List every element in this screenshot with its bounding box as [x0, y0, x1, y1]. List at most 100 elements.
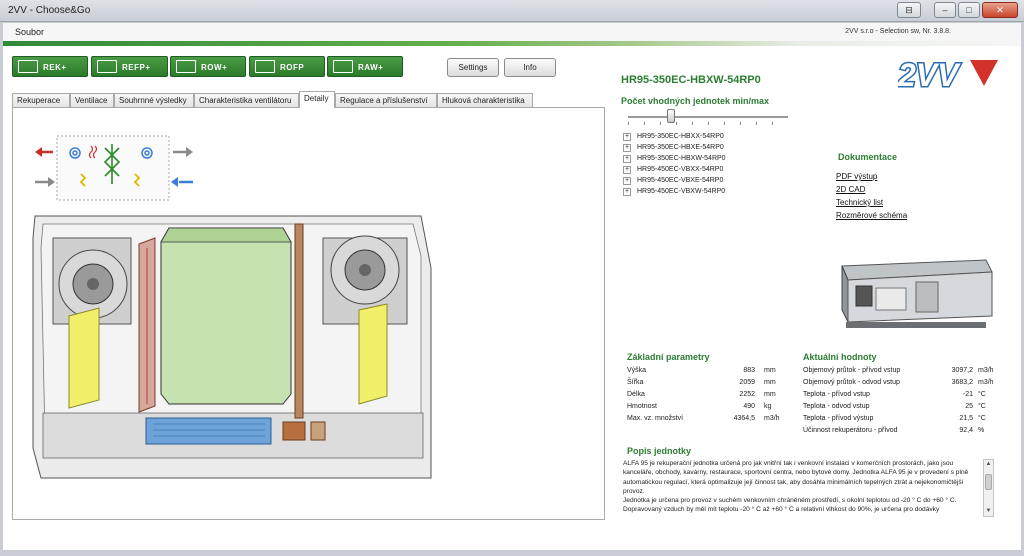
- tab-hlukova-charakteristika[interactable]: Hluková charakteristika: [437, 93, 533, 108]
- value-name: Teplota - odvod vstup: [803, 403, 870, 410]
- outdoor-arrow-icon: [35, 177, 55, 187]
- transformer: [310, 421, 326, 441]
- datasheet-link[interactable]: Technický list: [836, 198, 883, 207]
- param-value: 490: [743, 403, 755, 410]
- exhaust-arrow-icon: [35, 147, 53, 157]
- variant-label: HR95-450EC-VBXE-54RP0: [637, 177, 724, 184]
- scroll-up-icon[interactable]: ▲: [985, 461, 992, 468]
- value-name: Teplota - přívod vstup: [803, 391, 870, 398]
- expand-icon[interactable]: +: [623, 133, 631, 141]
- tab-rekuperace[interactable]: Rekuperace: [12, 93, 70, 108]
- dimension-drawing-link[interactable]: Rozměrové schéma: [836, 211, 907, 220]
- value-number: 3097,2: [951, 367, 973, 374]
- tree-item[interactable]: + HR95-450EC-VBXE-54RP0: [623, 176, 726, 187]
- heat-exchanger-icon: [97, 60, 117, 73]
- tree-item[interactable]: + HR95-350EC-HBXW-54RP0: [623, 154, 726, 165]
- param-name: Výška: [627, 367, 647, 374]
- logo-text: 2VV: [898, 57, 961, 92]
- rek-button[interactable]: REK+: [12, 56, 88, 77]
- tree-item[interactable]: + HR95-350EC-HBXE-54RP0: [623, 143, 726, 154]
- value-row: Účinnost rekuperátoru - přívod 92,4 %: [803, 427, 1003, 438]
- unit-count-slider-track: [628, 116, 788, 118]
- tree-item[interactable]: + HR95-350EC-HBXX-54RP0: [623, 132, 726, 143]
- supply-arrow-icon: [171, 177, 193, 187]
- unit-count-slider[interactable]: [667, 109, 675, 123]
- control-board: [145, 417, 272, 445]
- description-paragraph: Jednotka je určena pro provoz v suchém v…: [623, 497, 957, 514]
- param-unit: mm: [764, 367, 776, 374]
- variant-label: HR95-450EC-VBXX-54RP0: [637, 166, 724, 173]
- unit-3d-drawing: [32, 215, 432, 479]
- expand-icon[interactable]: +: [623, 144, 631, 152]
- param-name: Max. vz. množství: [627, 415, 684, 422]
- menu-bar: Soubor 2VV s.r.o - Selection sw, Nr. 3.8…: [3, 23, 1021, 41]
- left-filter: [68, 307, 100, 409]
- variant-label: HR95-350EC-HBXE-54RP0: [637, 144, 724, 151]
- unit-count-slider-ticks: [628, 122, 788, 125]
- unit-count-title: Počet vhodných jednotek min/max: [621, 96, 770, 106]
- value-row: Teplota - přívod výstup 21,5 °C: [803, 415, 1003, 426]
- value-number: 21,5: [959, 415, 973, 422]
- documentation-title: Dokumentace: [838, 152, 898, 162]
- raw-label: RAW+: [358, 63, 384, 72]
- help-button[interactable]: ⊟: [897, 2, 921, 18]
- extract-arrow-icon: [173, 147, 193, 157]
- rofp-unit-icon: [255, 60, 275, 73]
- description-scrollbar[interactable]: ▲ ▼: [983, 459, 994, 517]
- description-paragraph: ALFA 95 je rekuperační jednotka určená p…: [623, 460, 969, 495]
- raw-button[interactable]: RAW+: [327, 56, 403, 77]
- scroll-down-icon[interactable]: ▼: [985, 508, 992, 515]
- rofp-label: ROFP: [280, 63, 305, 72]
- description-text: ALFA 95 je rekuperační jednotka určená p…: [623, 459, 981, 517]
- param-value: 2252: [739, 391, 755, 398]
- expand-icon[interactable]: +: [623, 188, 631, 196]
- minimize-button[interactable]: –: [934, 2, 956, 18]
- variant-label: HR95-450EC-VBXW-54RP0: [637, 188, 726, 195]
- brand-logo: 2VV: [898, 56, 998, 92]
- rek-label: REK+: [43, 63, 67, 72]
- tree-item[interactable]: + HR95-450EC-VBXW-54RP0: [623, 187, 726, 198]
- maximize-button[interactable]: □: [958, 2, 980, 18]
- refp-button[interactable]: REFP+: [91, 56, 168, 77]
- tab-regulace[interactable]: Regulace a příslušenství: [335, 93, 437, 108]
- value-name: Objemový průtok - přívod vstup: [803, 367, 901, 374]
- close-button[interactable]: ✕: [982, 2, 1018, 18]
- param-value: 883: [743, 367, 755, 374]
- param-row: Hmotnost 490 kg: [627, 403, 797, 414]
- settings-button[interactable]: Settings: [447, 58, 499, 77]
- value-unit: %: [978, 427, 985, 434]
- param-row: Výška 883 mm: [627, 367, 797, 378]
- refp-label: REFP+: [122, 63, 151, 72]
- value-row: Teplota - přívod vstup -21 °C: [803, 391, 1003, 402]
- info-button[interactable]: Info: [504, 58, 556, 77]
- menu-file[interactable]: Soubor: [15, 27, 44, 37]
- row-label: ROW+: [201, 63, 228, 72]
- value-name: Objemový průtok - odvod vstup: [803, 379, 900, 386]
- variant-label: HR95-350EC-HBXX-54RP0: [637, 133, 724, 140]
- expand-icon[interactable]: +: [623, 177, 631, 185]
- pdf-output-link[interactable]: PDF výstup: [836, 172, 877, 181]
- tab-detaily[interactable]: Detaily: [299, 91, 335, 108]
- description-title: Popis jednotky: [627, 446, 692, 456]
- value-number: -21: [962, 391, 973, 398]
- rofp-button[interactable]: ROFP: [249, 56, 325, 77]
- scroll-thumb[interactable]: [985, 474, 992, 490]
- terminal-block: [282, 421, 306, 441]
- value-row: Objemový průtok - přívod vstup 3097,2 m3…: [803, 367, 1003, 378]
- row-button[interactable]: ROW+: [170, 56, 246, 77]
- cad-2d-link[interactable]: 2D CAD: [836, 185, 865, 194]
- tree-item[interactable]: + HR95-450EC-VBXX-54RP0: [623, 165, 726, 176]
- tab-ventilace[interactable]: Ventilace: [70, 93, 114, 108]
- value-unit: °C: [978, 403, 986, 410]
- tab-souhrnne-vysledky[interactable]: Souhrnné výsledky: [114, 93, 194, 108]
- value-name: Teplota - přívod výstup: [803, 415, 874, 422]
- value-number: 3683,2: [951, 379, 973, 386]
- tab-charakteristika-ventilatoru[interactable]: Charakteristika ventilátoru: [194, 93, 299, 108]
- right-filter: [358, 303, 388, 405]
- window-title: 2VV - Choose&Go: [8, 5, 91, 16]
- variant-tree: + HR95-350EC-HBXX-54RP0 + HR95-350EC-HBXE-…: [623, 132, 726, 198]
- expand-icon[interactable]: +: [623, 155, 631, 163]
- value-unit: m3/h: [978, 367, 994, 374]
- expand-icon[interactable]: +: [623, 166, 631, 174]
- logo-mark: [970, 60, 998, 86]
